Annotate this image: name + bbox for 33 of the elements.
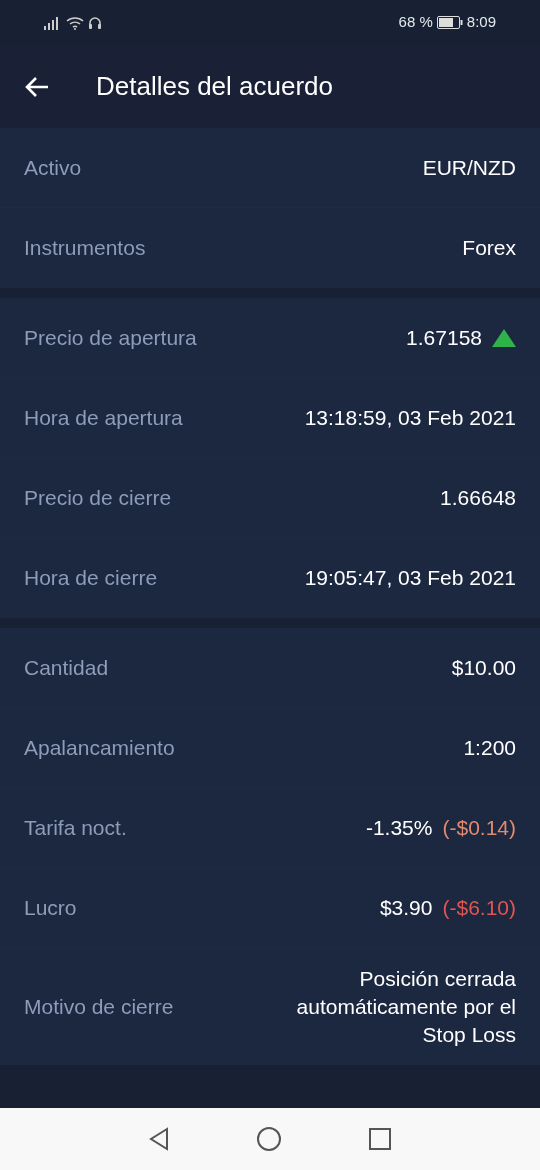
field-label: Motivo de cierre: [24, 993, 174, 1020]
recents-nav-icon[interactable]: [368, 1127, 392, 1151]
field-value: Forex: [462, 235, 516, 261]
field-value: $10.00: [451, 654, 516, 681]
field-value: 13:18:59, 03 Feb 2021: [304, 404, 516, 431]
field-label: Instrumentos: [24, 235, 146, 262]
field-label: Apalancamiento: [24, 734, 175, 761]
battery-icon: [436, 16, 463, 29]
field-value: Posición cerrada automáticamente por el Stop Loss: [295, 965, 516, 1048]
page-title: Detalles del acuerdo: [96, 70, 334, 103]
field-label: Hora de cierre: [24, 565, 158, 592]
field-value: 1.67158: [406, 324, 482, 351]
battery-text: 68 %: [398, 12, 433, 33]
field-label: Tarifa noct.: [24, 814, 127, 841]
clock: 8:09: [466, 12, 496, 33]
change-amount: (-$0.14): [442, 814, 516, 841]
field-value: $3.90: [379, 894, 433, 921]
field-label: Precio de cierre: [24, 484, 172, 511]
wifi-icon: [66, 15, 84, 30]
field-value: -1.35%: [365, 814, 433, 841]
field-value: EUR/NZD: [422, 154, 516, 181]
field-label: Cantidad: [24, 654, 109, 681]
field-value: 19:05:47, 03 Feb 2021: [304, 565, 516, 591]
field-label: Precio de apertura: [24, 324, 197, 351]
field-label: Lucro: [24, 894, 77, 921]
field-label: Activo: [24, 154, 82, 181]
field-label: Hora de apertura: [24, 404, 183, 431]
back-nav-icon[interactable]: [148, 1127, 170, 1151]
headphones-icon: [88, 15, 102, 30]
change-amount: (-$6.10): [442, 894, 516, 921]
home-nav-icon[interactable]: [256, 1126, 282, 1152]
field-value: 1.66648: [440, 484, 516, 511]
field-value: 1:200: [463, 734, 516, 761]
